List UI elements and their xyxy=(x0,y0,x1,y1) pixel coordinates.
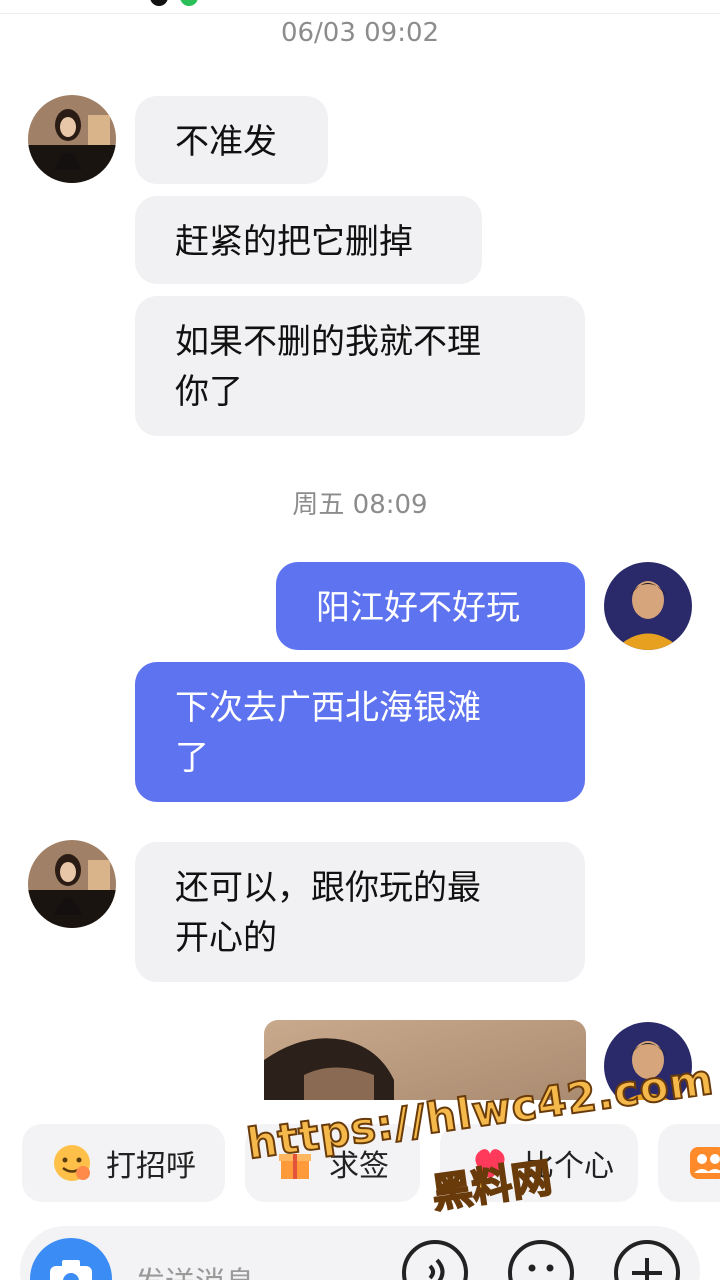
voice-icon[interactable] xyxy=(402,1240,468,1280)
incoming-message[interactable]: 如果不删的我就不理 你了 xyxy=(135,296,585,436)
gift-icon xyxy=(273,1141,317,1185)
avatar-image xyxy=(604,1022,692,1110)
outgoing-message[interactable]: 下次去广西北海银滩 了 xyxy=(135,662,585,802)
message-text-line: 你了 xyxy=(175,372,243,412)
gift-chip[interactable]: 求签 xyxy=(245,1124,420,1202)
my-avatar[interactable] xyxy=(604,1022,692,1110)
camera-icon xyxy=(50,1260,92,1280)
timestamp: 06/03 09:02 xyxy=(280,18,440,48)
photo-message[interactable] xyxy=(264,1020,586,1110)
top-status-strip xyxy=(0,0,720,14)
group-icon xyxy=(686,1141,720,1185)
incoming-message[interactable]: 赶紧的把它删掉 xyxy=(135,196,482,284)
my-avatar[interactable] xyxy=(604,562,692,650)
message-text-line: 如果不删的我就不理 xyxy=(175,322,481,362)
timestamp: 周五 08:09 xyxy=(292,490,428,520)
heart-chip[interactable]: 比个心 xyxy=(440,1124,638,1202)
incoming-message[interactable]: 还可以，跟你玩的最 开心的 xyxy=(135,842,585,982)
greet-label: 打招呼 xyxy=(106,1149,196,1184)
status-dot-icon xyxy=(150,0,168,6)
message-text: 不准发 xyxy=(175,122,277,162)
outgoing-message[interactable]: 阳江好不好玩 xyxy=(276,562,585,650)
avatar-image xyxy=(28,95,116,183)
emoji-icon[interactable] xyxy=(508,1240,574,1280)
photo-thumbnail xyxy=(264,1020,586,1110)
wave-emoji-icon xyxy=(50,1141,94,1185)
gift-label: 求签 xyxy=(329,1149,389,1184)
message-text-line: 下次去广西北海银滩 xyxy=(175,688,481,728)
heart-label: 比个心 xyxy=(524,1149,614,1184)
quick-actions-bar: 打招呼 求签 比个心 xyxy=(0,1100,720,1210)
group-chip[interactable] xyxy=(658,1124,720,1202)
avatar-image xyxy=(28,840,116,928)
message-text: 阳江好不好玩 xyxy=(316,588,520,628)
incoming-message[interactable]: 不准发 xyxy=(135,96,328,184)
greet-chip[interactable]: 打招呼 xyxy=(22,1124,225,1202)
message-input-background xyxy=(20,1226,700,1280)
avatar-image xyxy=(604,562,692,650)
plus-icon[interactable] xyxy=(614,1240,680,1280)
message-input[interactable]: 发送消息 xyxy=(135,1258,255,1280)
contact-avatar[interactable] xyxy=(28,95,116,183)
online-dot-icon xyxy=(180,0,198,6)
message-input-bar: 发送消息 xyxy=(0,1210,720,1280)
camera-button[interactable] xyxy=(30,1238,112,1280)
contact-avatar[interactable] xyxy=(28,840,116,928)
heart-icon xyxy=(468,1141,512,1185)
message-text-line: 还可以，跟你玩的最 xyxy=(175,868,481,908)
message-text-line: 开心的 xyxy=(175,918,277,958)
message-text: 赶紧的把它删掉 xyxy=(175,222,413,262)
message-text-line: 了 xyxy=(175,738,209,778)
